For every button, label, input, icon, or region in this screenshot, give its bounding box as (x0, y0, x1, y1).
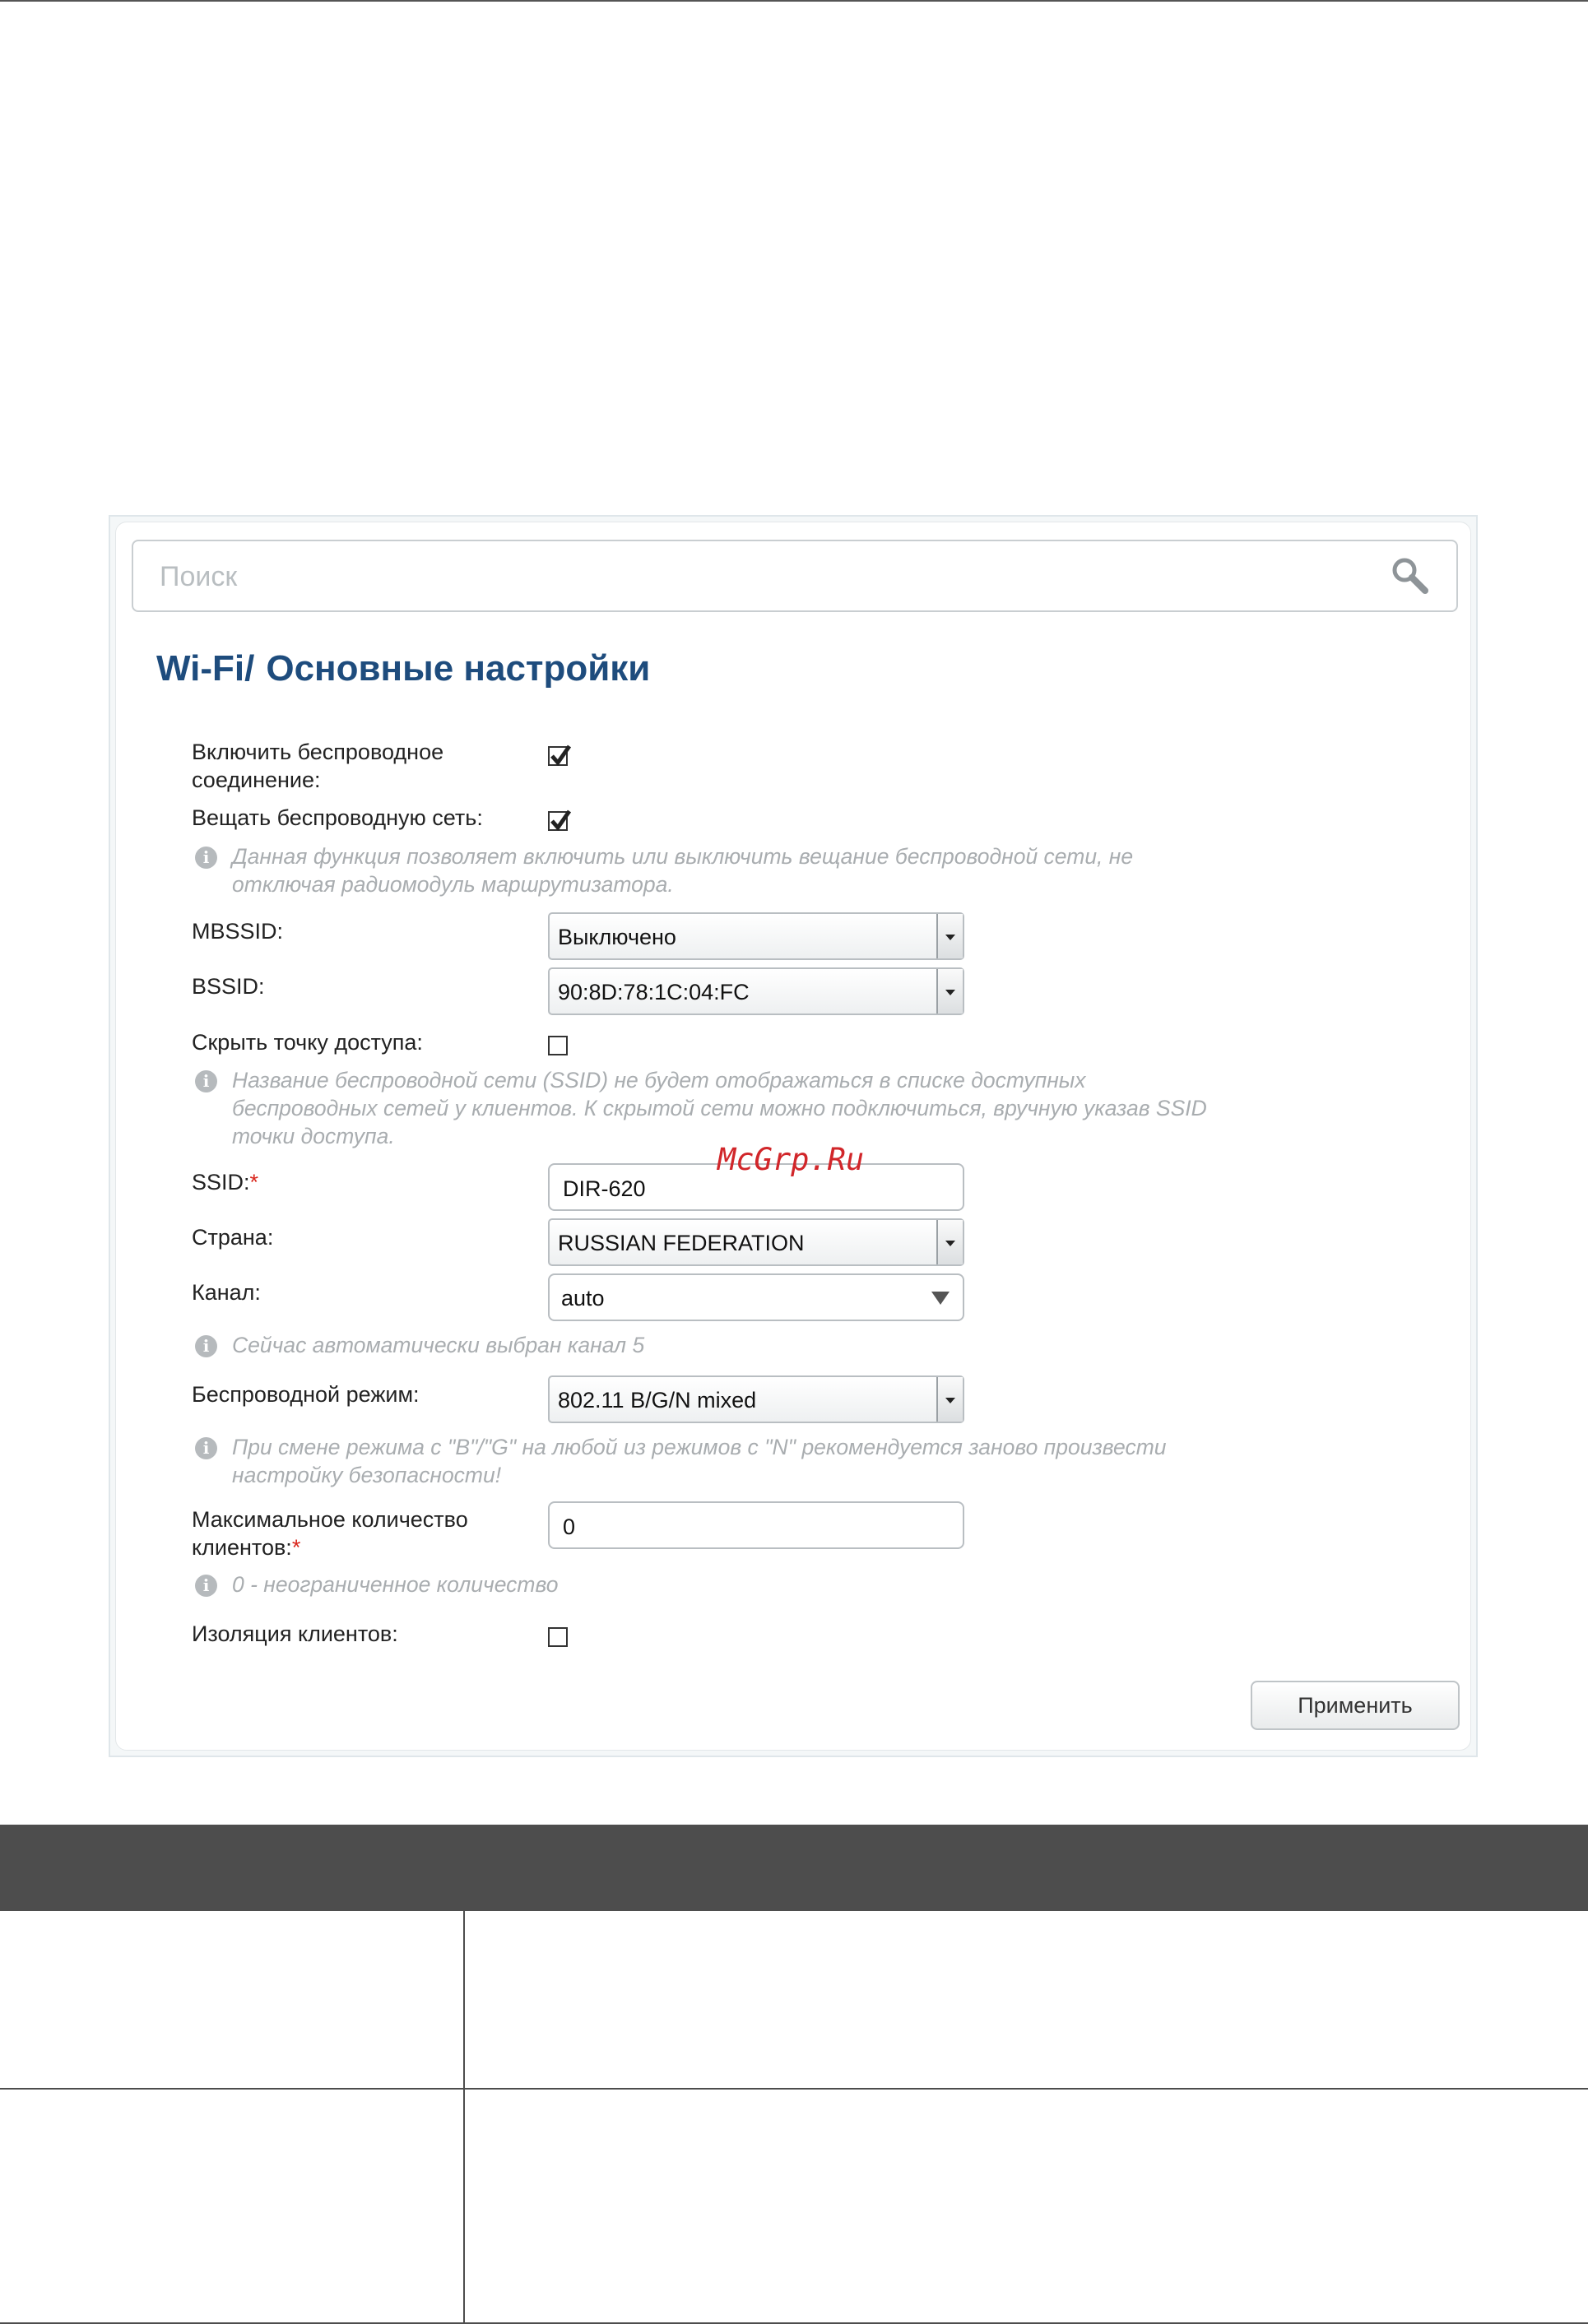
checkmark-icon (550, 809, 572, 832)
table-cell-parameter (0, 1911, 465, 2088)
table-cell-description (465, 1911, 1588, 2088)
max-clients-hint: i 0 - неограниченное количество (195, 1570, 1207, 1598)
channel-hint-text: Сейчас автоматически выбран канал 5 (232, 1333, 645, 1357)
channel-label: Канал: (192, 1280, 261, 1305)
table-cell-description (465, 2090, 1588, 2322)
country-label: Страна: (192, 1225, 274, 1250)
enable-wireless-checkbox[interactable] (548, 745, 572, 767)
table-cell-parameter (0, 2090, 465, 2322)
table-row (0, 2090, 1588, 2324)
mbssid-label: MBSSID: (192, 919, 284, 944)
max-clients-label: Максимальное количество клиентов:* (192, 1505, 521, 1561)
enable-wireless-label: Включить беспроводное соединение: (192, 740, 444, 792)
info-icon: i (195, 847, 217, 869)
max-clients-input[interactable] (561, 1511, 951, 1542)
country-select[interactable]: RUSSIAN FEDERATION (548, 1218, 964, 1266)
table-header (0, 1825, 1588, 1911)
client-isolation-checkbox[interactable] (548, 1627, 568, 1647)
info-icon: i (195, 1575, 217, 1597)
breadcrumb-section[interactable]: Wi-Fi (156, 648, 244, 689)
search-input[interactable] (158, 553, 1363, 601)
bssid-select[interactable]: 90:8D:78:1C:04:FC (548, 967, 964, 1015)
breadcrumb-separator: / (244, 648, 255, 689)
bssid-label: BSSID: (192, 974, 265, 999)
channel-hint: i Сейчас автоматически выбран канал 5 (195, 1331, 1207, 1359)
max-clients-field[interactable] (548, 1501, 964, 1549)
table-row (0, 1911, 1588, 2090)
required-mark: * (249, 1170, 259, 1194)
page-top-rule (0, 0, 1588, 2)
wireless-mode-select[interactable]: 802.11 B/G/N mixed (548, 1375, 964, 1423)
channel-select[interactable]: auto (548, 1273, 964, 1321)
wireless-mode-hint-text: При смене режима с "B"/"G" на любой из р… (232, 1435, 1167, 1487)
hide-ap-hint-text: Название беспроводной сети (SSID) не буд… (232, 1068, 1207, 1148)
page-title: Wi-Fi/ Основные настройки (156, 648, 650, 689)
info-icon: i (195, 1437, 217, 1459)
required-mark: * (291, 1535, 301, 1560)
search-box[interactable] (132, 540, 1458, 612)
info-icon: i (195, 1335, 217, 1357)
ssid-label-text: SSID: (192, 1170, 250, 1194)
country-value: RUSSIAN FEDERATION (558, 1231, 805, 1255)
country-dropdown-button[interactable] (936, 1220, 963, 1264)
checkmark-icon (550, 745, 572, 767)
wireless-mode-hint: i При смене режима с "B"/"G" на любой из… (195, 1433, 1207, 1489)
wireless-mode-dropdown-button[interactable] (936, 1377, 963, 1422)
max-clients-label-text: Максимальное количество клиентов: (192, 1507, 468, 1560)
mbssid-value: Выключено (558, 925, 676, 949)
broadcast-hint-text: Данная функция позволяет включить или вы… (232, 844, 1134, 897)
breadcrumb-current-page: Основные настройки (266, 648, 651, 689)
broadcast-checkbox[interactable] (548, 809, 572, 832)
broadcast-hint: i Данная функция позволяет включить или … (195, 842, 1207, 898)
ssid-input[interactable] (561, 1173, 951, 1204)
wireless-mode-label: Беспроводной режим: (192, 1382, 420, 1407)
info-icon: i (195, 1070, 217, 1092)
hide-ap-label: Скрыть точку доступа: (192, 1030, 423, 1055)
mbssid-select[interactable]: Выключено (548, 912, 964, 960)
bssid-value: 90:8D:78:1C:04:FC (558, 980, 750, 1004)
watermark: McGrp.Ru (717, 1142, 865, 1177)
broadcast-label: Вещать беспроводную сеть: (192, 805, 483, 830)
chevron-down-icon[interactable] (931, 1292, 950, 1305)
wireless-mode-value: 802.11 B/G/N mixed (558, 1388, 757, 1412)
parameters-table (0, 1825, 1588, 2324)
max-clients-hint-text: 0 - неограниченное количество (232, 1572, 559, 1597)
search-icon[interactable] (1389, 554, 1432, 597)
client-isolation-label: Изоляция клиентов: (192, 1621, 398, 1646)
mbssid-dropdown-button[interactable] (936, 914, 963, 958)
bssid-dropdown-button[interactable] (936, 969, 963, 1014)
apply-button[interactable]: Применить (1251, 1681, 1460, 1730)
hide-ap-hint: i Название беспроводной сети (SSID) не б… (195, 1066, 1207, 1150)
ssid-label: SSID:* (192, 1168, 546, 1196)
channel-value: auto (561, 1286, 605, 1310)
hide-ap-checkbox[interactable] (548, 1036, 568, 1055)
